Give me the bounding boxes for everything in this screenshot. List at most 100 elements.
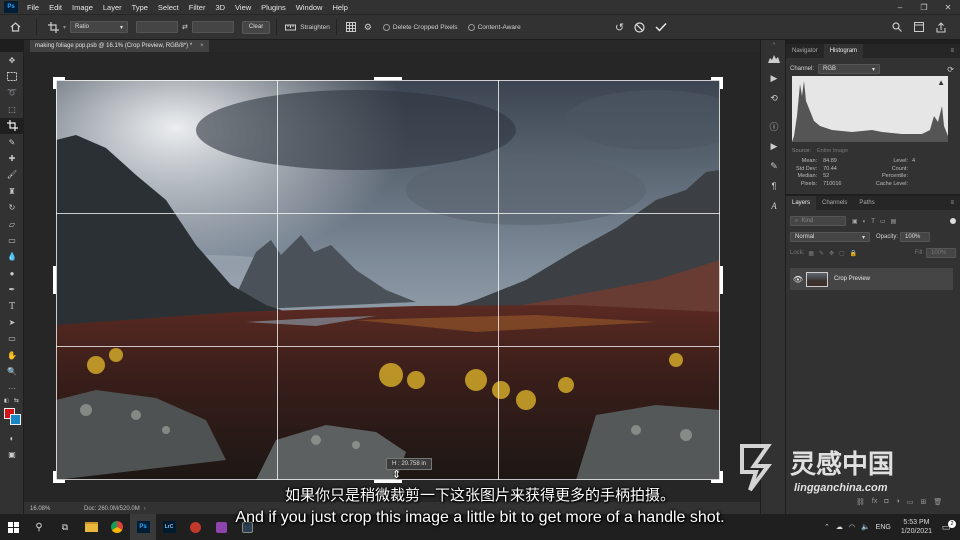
marquee-tool-icon[interactable]	[0, 68, 24, 84]
crop-handle-bottom-right[interactable]	[720, 471, 723, 483]
stamp-tool-icon[interactable]: ♜	[0, 183, 24, 199]
crop-handle-right[interactable]	[720, 266, 723, 294]
document-tab[interactable]: making foliage pop.psb @ 16.1% (Crop Pre…	[30, 40, 209, 52]
overlay-grid-icon[interactable]	[343, 22, 359, 32]
move-tool-icon[interactable]: ✥	[0, 52, 24, 68]
info-panel-icon[interactable]: ⓘ	[761, 116, 787, 136]
width-input[interactable]	[136, 21, 179, 33]
crop-tool-preset-icon[interactable]	[43, 21, 63, 33]
reset-crop-icon[interactable]: ↺	[615, 21, 624, 34]
layer-filter-select[interactable]: ⌕ Kind	[790, 216, 846, 226]
menu-filter[interactable]: Filter	[184, 3, 211, 12]
zoom-tool-icon[interactable]: 🔍	[0, 363, 24, 379]
straighten-icon[interactable]	[283, 24, 297, 31]
eraser-tool-icon[interactable]: ▱	[0, 216, 24, 232]
share-icon[interactable]	[936, 21, 946, 33]
tab-layers[interactable]: Layers	[786, 196, 817, 210]
menu-window[interactable]: Window	[291, 3, 328, 12]
object-select-tool-icon[interactable]: ⬚	[0, 101, 24, 117]
crop-handle-left[interactable]	[53, 266, 56, 294]
menu-image[interactable]: Image	[67, 3, 98, 12]
tab-paths[interactable]: Paths	[853, 196, 880, 210]
play-panel-icon[interactable]: ▶	[761, 136, 787, 156]
history-brush-tool-icon[interactable]: ↻	[0, 200, 24, 216]
collapse-icon[interactable]: »	[761, 40, 787, 48]
menu-type[interactable]: Type	[127, 3, 153, 12]
blend-mode-select[interactable]: Normal ▾	[790, 232, 870, 242]
fill-input[interactable]: 100%	[926, 248, 956, 258]
cancel-crop-icon[interactable]	[634, 21, 645, 33]
menu-view[interactable]: View	[230, 3, 256, 12]
tab-histogram[interactable]: Histogram	[823, 44, 864, 58]
actions-panel-icon[interactable]: ▶	[761, 68, 787, 88]
layer-filter-icons[interactable]: ▣◐T▭▤	[852, 218, 901, 225]
clear-button[interactable]: Clear	[241, 20, 271, 34]
menu-help[interactable]: Help	[327, 3, 352, 12]
warning-icon[interactable]: ▲	[937, 78, 945, 87]
close-tab-icon[interactable]: ×	[200, 43, 204, 49]
ratio-select[interactable]: Ratio ▾	[70, 21, 129, 33]
gradient-tool-icon[interactable]: ▭	[0, 232, 24, 248]
search-icon[interactable]	[892, 22, 902, 32]
background-color-swatch[interactable]	[10, 414, 21, 426]
minimize-button[interactable]: –	[888, 3, 912, 12]
brush-settings-icon[interactable]: ✎	[761, 156, 787, 176]
source-value[interactable]: Entire Image	[817, 148, 848, 154]
swap-colors-icon[interactable]: ⇆	[14, 397, 19, 404]
type-tool-icon[interactable]: T	[0, 298, 24, 314]
quick-mask-icon[interactable]: ◐	[0, 430, 24, 446]
delete-cropped-checkbox[interactable]: Delete Cropped Pixels	[382, 23, 458, 31]
commit-crop-icon[interactable]	[655, 22, 667, 32]
tab-channels[interactable]: Channels	[816, 196, 853, 210]
eye-icon[interactable]: 👁	[790, 275, 806, 284]
swap-dimensions-icon[interactable]: ⇄	[182, 23, 188, 31]
layer-row[interactable]: 👁 Crop Preview	[790, 268, 953, 290]
default-colors-icon[interactable]: ◧	[4, 398, 9, 404]
tab-navigator[interactable]: Navigator	[786, 44, 824, 58]
crop-tool-icon[interactable]	[0, 117, 24, 134]
filter-toggle-icon[interactable]	[950, 218, 956, 224]
channel-select[interactable]: RGB ▾	[818, 64, 881, 74]
screen-mode-icon[interactable]: ▣	[0, 447, 24, 463]
menu-edit[interactable]: Edit	[44, 3, 67, 12]
pen-tool-icon[interactable]: ✒	[0, 281, 24, 297]
rectangle-tool-icon[interactable]: ▭	[0, 331, 24, 347]
refresh-icon[interactable]: ⟳	[947, 65, 954, 74]
crop-handle-top-right[interactable]	[720, 77, 723, 89]
workspace-icon[interactable]	[914, 22, 924, 32]
paragraph-icon[interactable]: ¶	[761, 176, 787, 196]
dodge-tool-icon[interactable]: ●	[0, 265, 24, 281]
history-panel-icon[interactable]: ⟲	[761, 88, 787, 108]
menu-layer[interactable]: Layer	[98, 3, 127, 12]
preset-chevron-icon[interactable]: ▾	[63, 24, 66, 31]
restore-button[interactable]: ❐	[912, 3, 936, 12]
height-input[interactable]	[191, 21, 234, 33]
menu-3d[interactable]: 3D	[210, 3, 230, 12]
crop-handle-bottom-left[interactable]	[53, 471, 56, 483]
gear-icon[interactable]: ⚙	[359, 22, 377, 33]
crop-handle-top[interactable]	[374, 77, 402, 80]
more-tools-icon[interactable]: ···	[0, 380, 24, 396]
character-panel-icon[interactable]: A	[761, 196, 787, 216]
histogram-panel-icon[interactable]	[761, 48, 787, 68]
path-select-tool-icon[interactable]: ➤	[0, 314, 24, 330]
menu-file[interactable]: File	[22, 3, 44, 12]
brush-tool-icon[interactable]: 🖌	[0, 167, 24, 183]
crop-overlay[interactable]	[53, 77, 723, 483]
panel-menu-icon[interactable]: ≡	[944, 196, 960, 210]
blur-tool-icon[interactable]: 💧	[0, 249, 24, 265]
menu-select[interactable]: Select	[153, 3, 184, 12]
menu-plugins[interactable]: Plugins	[256, 3, 291, 12]
straighten-label[interactable]: Straighten	[300, 24, 330, 31]
panel-menu-icon[interactable]: ≡	[944, 44, 960, 58]
lock-icons[interactable]: ▦✎✥▢🔒	[808, 250, 862, 257]
hand-tool-icon[interactable]: ✋	[0, 347, 24, 363]
layer-name[interactable]: Crop Preview	[834, 276, 870, 282]
eyedropper-tool-icon[interactable]: ✎	[0, 134, 24, 150]
close-window-button[interactable]: ✕	[936, 3, 960, 12]
home-icon[interactable]	[0, 22, 30, 32]
content-aware-checkbox[interactable]: Content-Aware	[467, 23, 521, 31]
crop-handle-top-left[interactable]	[53, 77, 56, 89]
opacity-input[interactable]: 100%	[900, 232, 931, 242]
lasso-tool-icon[interactable]: ➰	[0, 85, 24, 101]
